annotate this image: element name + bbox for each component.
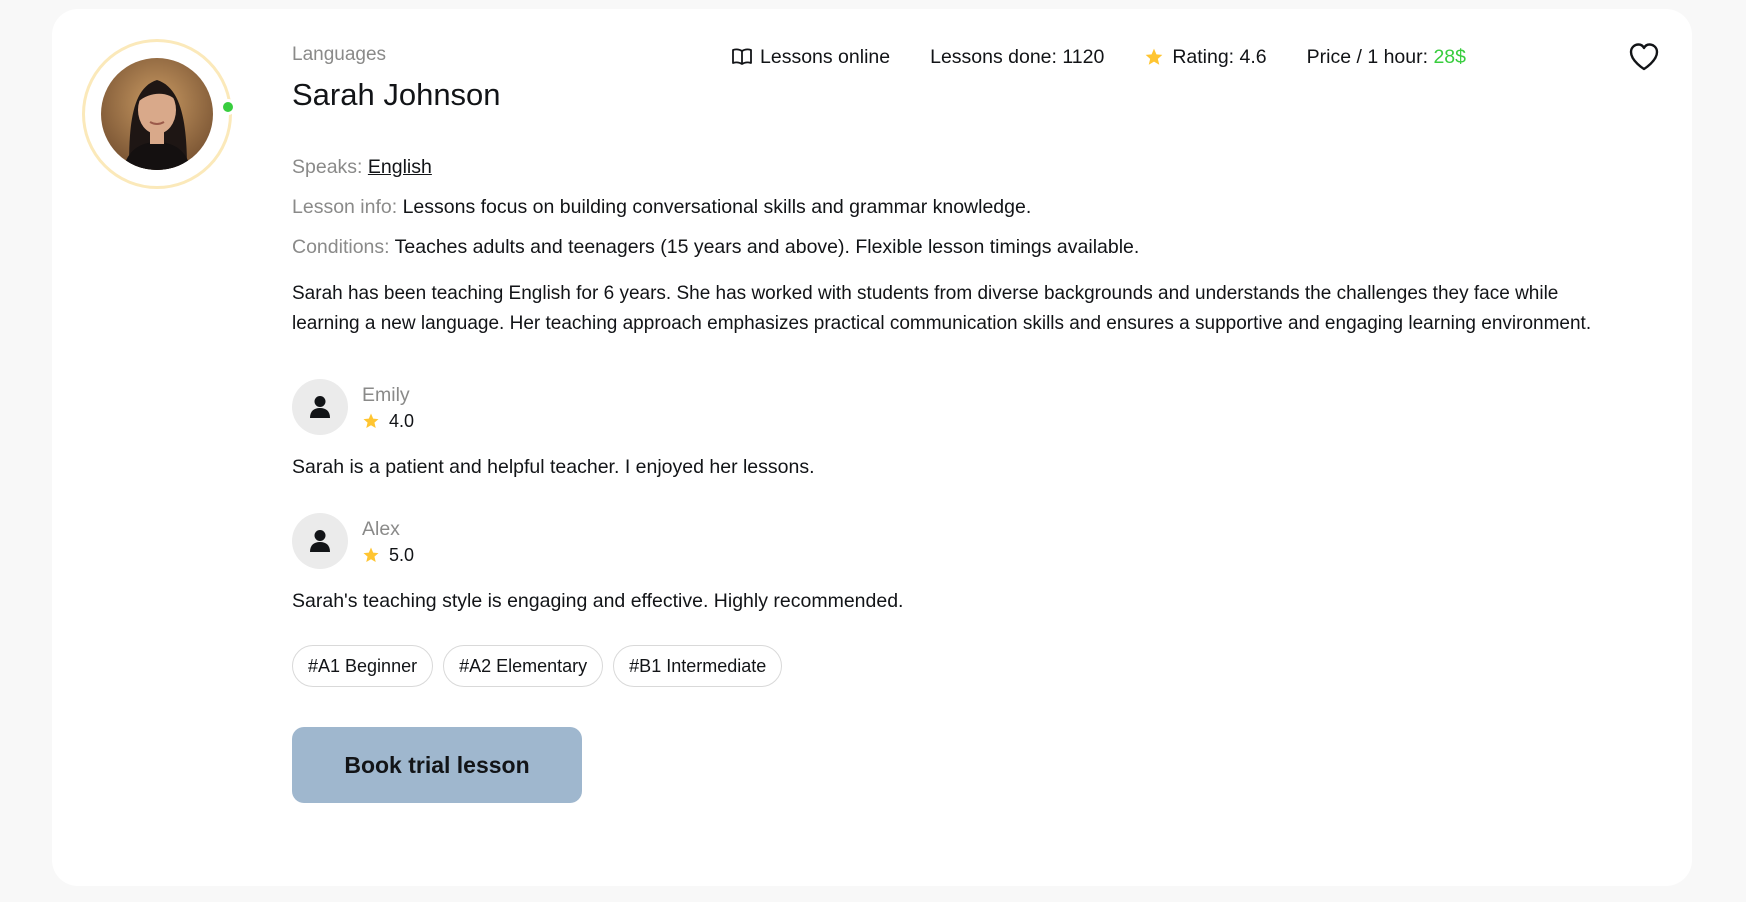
reviewer-name: Emily [362, 383, 410, 406]
review-text: Sarah is a patient and helpful teacher. … [292, 456, 815, 478]
conditions-row: Conditions: Teaches adults and teenagers… [292, 235, 1652, 259]
star-icon [363, 547, 379, 562]
reviewer-rating-value: 4.0 [389, 410, 415, 431]
lesson-info-label: Lesson info: [292, 196, 403, 218]
teacher-stats: Lessons online Lessons done: 1120 Rating… [732, 45, 1466, 69]
teacher-info: Speaks: English Lesson info: Lessons foc… [292, 155, 1652, 259]
teacher-avatar-frame [82, 39, 236, 189]
lessons-done-label: Lessons done: [930, 46, 1057, 68]
rating-value: 4.6 [1239, 46, 1267, 68]
stat-lessons-online: Lessons online [732, 45, 890, 69]
speaks-language-link[interactable]: English [368, 156, 432, 178]
reviewer-rating: 5.0 [362, 545, 414, 566]
book-open-icon [732, 48, 752, 65]
price-label: Price / 1 hour: [1306, 46, 1429, 68]
reviewer-avatar [292, 513, 348, 569]
star-icon [363, 413, 379, 428]
teacher-about: Sarah has been teaching English for 6 ye… [292, 283, 1592, 334]
teacher-details: Languages Sarah Johnson Speaks: English … [292, 43, 1652, 803]
online-status-dot [220, 99, 236, 115]
teacher-avatar [101, 58, 213, 170]
speaks-label: Speaks: [292, 156, 368, 178]
lessons-done-value: 1120 [1062, 46, 1105, 68]
speaks-row: Speaks: English [292, 155, 1652, 179]
star-icon [1145, 48, 1163, 65]
lesson-info-value: Lessons focus on building conversational… [402, 196, 1032, 218]
reviewer: Emily 4.0 [292, 379, 1652, 435]
teacher-card: Languages Sarah Johnson Speaks: English … [52, 9, 1692, 886]
reviewer-rating-value: 5.0 [389, 544, 415, 565]
review-item: Alex 5.0 Sarah's teaching style is engag… [292, 513, 1652, 613]
rating-label: Rating: [1172, 46, 1235, 68]
lessons-online-label: Lessons online [760, 46, 891, 68]
user-icon [310, 530, 330, 552]
level-tag[interactable]: #A2 Elementary [443, 645, 604, 687]
reviewer-rating: 4.0 [362, 411, 414, 432]
review-text: Sarah's teaching style is engaging and e… [292, 590, 904, 612]
book-trial-lesson-button[interactable]: Book trial lesson [292, 727, 582, 803]
reviewer-name: Alex [362, 517, 400, 540]
lesson-info-row: Lesson info: Lessons focus on building c… [292, 195, 1652, 219]
reviewer: Alex 5.0 [292, 513, 1652, 569]
level-tags: #A1 Beginner #A2 Elementary #B1 Intermed… [292, 645, 1652, 687]
user-icon [310, 396, 330, 418]
conditions-label: Conditions: [292, 236, 395, 258]
stat-lessons-done: Lessons done: 1120 [930, 45, 1104, 69]
conditions-value: Teaches adults and teenagers (15 years a… [394, 236, 1140, 258]
review-item: Emily 4.0 Sarah is a patient and helpful… [292, 379, 1652, 479]
favorite-button[interactable] [1628, 41, 1660, 73]
heart-icon [1629, 43, 1659, 71]
level-tag[interactable]: #A1 Beginner [292, 645, 434, 687]
reviewer-avatar [292, 379, 348, 435]
stat-rating: Rating: 4.6 [1144, 45, 1267, 69]
teacher-name: Sarah Johnson [292, 77, 501, 112]
price-value: 28$ [1433, 46, 1466, 68]
stat-price: Price / 1 hour: 28$ [1307, 45, 1466, 69]
level-tag[interactable]: #B1 Intermediate [613, 645, 783, 687]
